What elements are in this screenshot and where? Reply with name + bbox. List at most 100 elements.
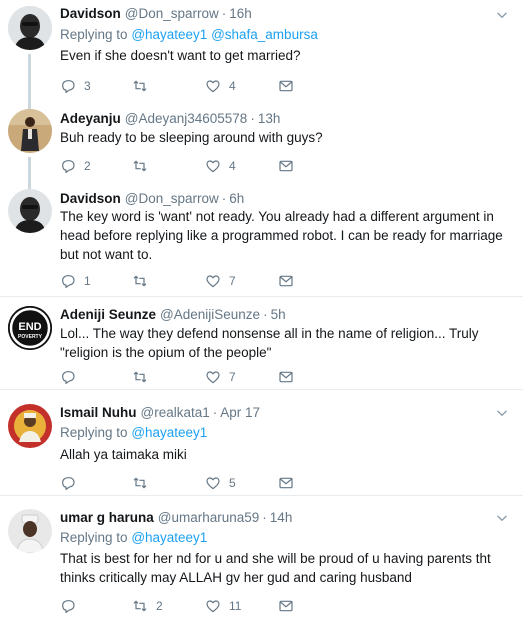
dot-separator: · (263, 307, 268, 322)
author-handle[interactable]: @realkata1 (141, 405, 210, 420)
like-button[interactable]: 11 (205, 597, 241, 615)
replying-to-label: Replying to (60, 425, 128, 440)
direct-message-button[interactable] (278, 368, 294, 386)
chevron-down-icon[interactable] (495, 406, 509, 420)
replying-to: Replying to @hayateey1 (60, 529, 207, 547)
reply-button[interactable]: 2 (60, 157, 91, 175)
tweet-actions: 2 11 (60, 597, 360, 615)
like-button[interactable]: 5 (205, 474, 236, 492)
envelope-icon (278, 369, 294, 385)
like-count: 7 (229, 274, 236, 288)
retweet-button[interactable] (132, 157, 156, 175)
author-handle[interactable]: @Don_sparrow (125, 6, 219, 21)
heart-icon (205, 598, 221, 614)
reply-button[interactable] (60, 474, 84, 492)
tweet[interactable]: umar g haruna @umarharuna59 · 14h Replying … (0, 496, 523, 621)
retweet-icon (132, 475, 148, 491)
reply-icon (60, 475, 76, 491)
author-name[interactable]: Davidson (60, 191, 121, 206)
tweet-actions: 3 4 (60, 77, 360, 95)
heart-icon (205, 273, 221, 289)
envelope-icon (278, 475, 294, 491)
reply-button[interactable] (60, 597, 84, 615)
heart-icon (205, 475, 221, 491)
retweet-count: 2 (156, 599, 163, 613)
retweet-button[interactable] (132, 474, 156, 492)
direct-message-button[interactable] (278, 474, 294, 492)
author-handle[interactable]: @Adeyanj34605578 (125, 111, 248, 126)
author-name[interactable]: Ismail Nuhu (60, 405, 137, 420)
tweet-text: Even if she doesn't want to get married? (60, 48, 301, 63)
direct-message-button[interactable] (278, 157, 294, 175)
author-name[interactable]: Davidson (60, 6, 121, 21)
retweet-button[interactable]: 2 (132, 597, 163, 615)
like-button[interactable]: 4 (205, 77, 236, 95)
author-handle[interactable]: @AdenijiSeunze (160, 307, 260, 322)
like-count: 4 (229, 159, 236, 173)
avatar-logo-text: END (18, 321, 41, 333)
author-name[interactable]: Adeniji Seunze (60, 307, 156, 322)
reply-button[interactable]: 3 (60, 77, 91, 95)
direct-message-button[interactable] (278, 597, 294, 615)
dot-separator: · (262, 510, 267, 525)
timestamp[interactable]: 6h (229, 191, 244, 206)
tweet[interactable]: Davidson @Don_sparrow · 16h Replying to @ha… (0, 0, 523, 110)
retweet-icon (132, 158, 148, 174)
envelope-icon (278, 78, 294, 94)
author-handle[interactable]: @umarharuna59 (158, 510, 260, 525)
reply-count: 1 (84, 274, 91, 288)
replying-to-link[interactable]: @hayateey1 (131, 530, 207, 545)
timestamp[interactable]: 14h (270, 510, 293, 525)
avatar[interactable]: END POVERTY (8, 306, 52, 350)
reply-icon (60, 598, 76, 614)
retweet-button[interactable] (132, 368, 156, 386)
author-name[interactable]: Adeyanju (60, 111, 121, 126)
like-button[interactable]: 4 (205, 157, 236, 175)
direct-message-button[interactable] (278, 272, 294, 290)
direct-message-button[interactable] (278, 77, 294, 95)
tweet-text: Allah ya taimaka miki (60, 447, 187, 462)
reply-icon (60, 273, 76, 289)
tweet-actions: 1 7 (60, 272, 360, 290)
chevron-down-icon[interactable] (495, 511, 509, 525)
reply-count: 2 (84, 159, 91, 173)
retweet-icon (132, 78, 148, 94)
heart-icon (205, 369, 221, 385)
heart-icon (205, 158, 221, 174)
timestamp[interactable]: 13h (258, 111, 281, 126)
tweet-text: That is best for her nd for u and she wi… (60, 551, 491, 585)
reply-button[interactable] (60, 368, 84, 386)
avatar-logo-subtext: POVERTY (18, 334, 43, 340)
reply-button[interactable]: 1 (60, 272, 91, 290)
avatar[interactable] (8, 509, 52, 553)
envelope-icon (278, 158, 294, 174)
tweet[interactable]: Davidson @Don_sparrow · 6h The key word is … (0, 183, 523, 296)
timestamp[interactable]: Apr 17 (220, 405, 260, 420)
tweet-actions: 5 (60, 474, 360, 492)
avatar[interactable] (8, 189, 52, 233)
timestamp[interactable]: 16h (229, 6, 252, 21)
tweet[interactable]: END POVERTY Adeniji Seunze @AdenijiSeunze… (0, 297, 523, 389)
dot-separator: · (221, 191, 227, 206)
retweet-button[interactable] (132, 272, 156, 290)
retweet-button[interactable] (132, 77, 156, 95)
timestamp[interactable]: 5h (271, 307, 286, 322)
like-button[interactable]: 7 (205, 368, 236, 386)
author-handle[interactable]: @Don_sparrow (125, 191, 219, 206)
tweet[interactable]: Ismail Nuhu @realkata1 · Apr 17 Replying to… (0, 390, 523, 495)
like-count: 7 (229, 370, 236, 384)
author-name[interactable]: umar g haruna (60, 510, 154, 525)
dot-separator: · (212, 405, 218, 420)
avatar[interactable] (8, 404, 52, 448)
chevron-down-icon[interactable] (495, 8, 509, 22)
replying-to: Replying to @hayateey1 @shafa_ambursa (60, 26, 318, 44)
like-count: 5 (229, 476, 236, 490)
dot-separator: · (250, 111, 255, 126)
avatar[interactable] (8, 109, 52, 153)
avatar[interactable] (8, 6, 52, 50)
tweet[interactable]: Adeyanju @Adeyanj34605578 · 13h Buh ready t… (0, 103, 523, 190)
replying-to-link[interactable]: @hayateey1 (131, 425, 207, 440)
replying-to-link[interactable]: @hayateey1 @shafa_ambursa (131, 27, 318, 42)
reply-icon (60, 78, 76, 94)
like-button[interactable]: 7 (205, 272, 236, 290)
